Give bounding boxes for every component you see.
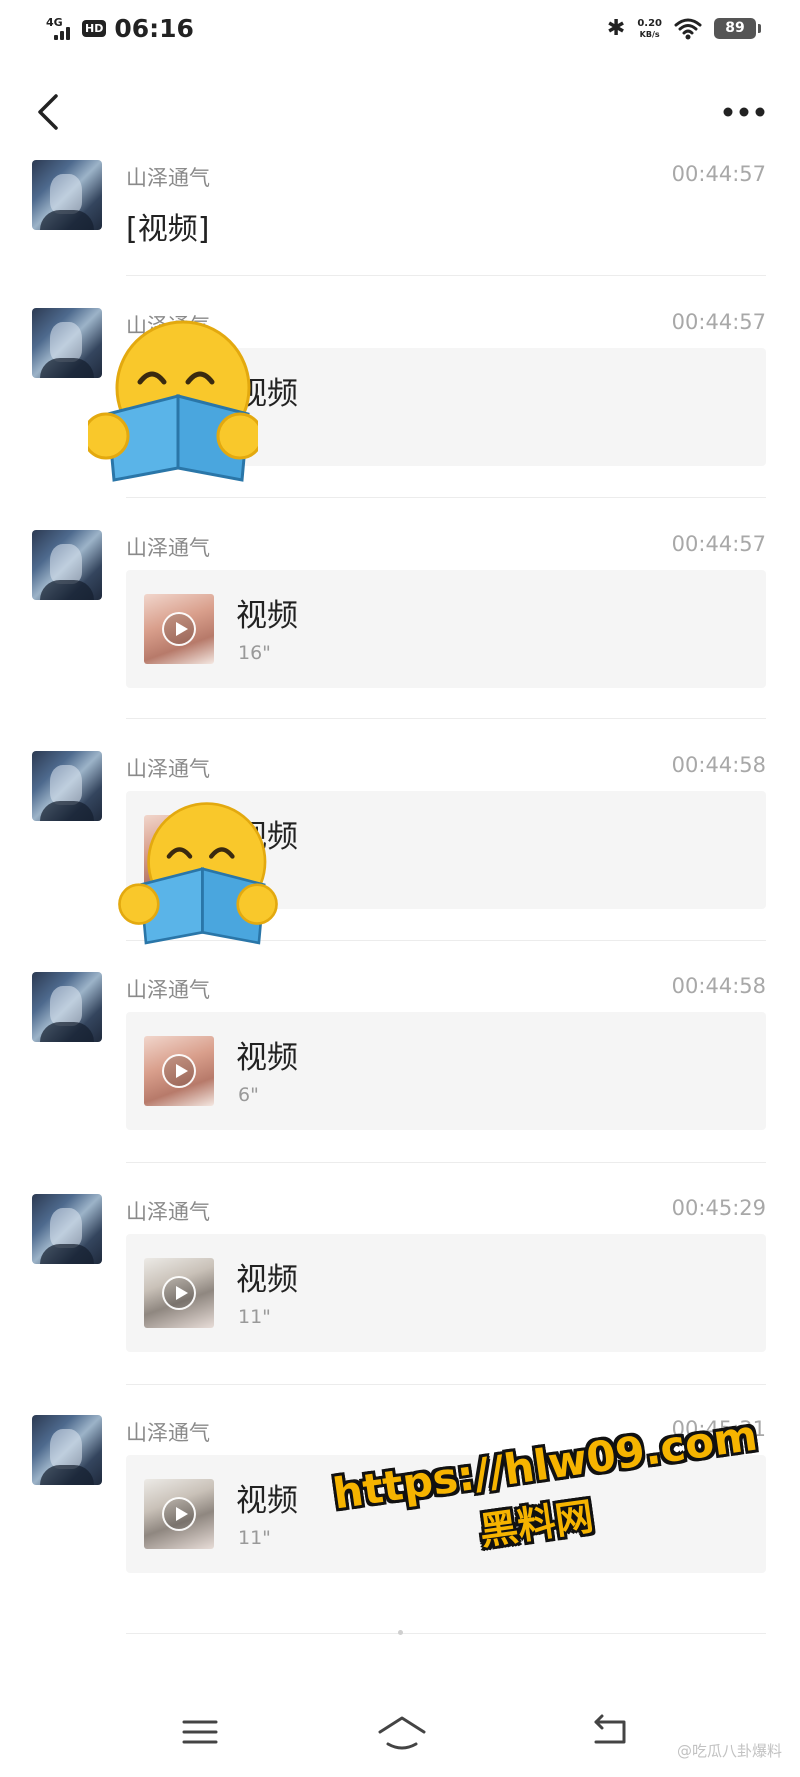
chevron-left-icon[interactable] (30, 90, 70, 134)
message-time: 00:44:58 (671, 974, 766, 998)
play-icon (162, 1497, 196, 1531)
message-time: 00:45:29 (671, 1196, 766, 1220)
divider (126, 1162, 766, 1163)
video-thumbnail (144, 594, 214, 664)
wifi-icon (674, 18, 702, 39)
sender-name: 山泽通气 (126, 757, 210, 781)
video-card[interactable]: 视频 11" (126, 1234, 766, 1352)
status-right: ✱ 0.20 KB/s 89 (606, 16, 761, 41)
message-time: 00:44:58 (671, 753, 766, 777)
divider (126, 1633, 766, 1634)
network-speed: 0.20 KB/s (637, 18, 662, 40)
divider (126, 497, 766, 498)
network-type: 4G (46, 15, 63, 29)
video-thumbnail (144, 1479, 214, 1549)
status-bar: 4G HD 06:16 ✱ 0.20 KB/s 89 (0, 0, 800, 66)
bluetooth-icon: ✱ (606, 16, 626, 41)
battery-icon: 89 (714, 18, 761, 39)
more-dots-icon[interactable] (718, 94, 770, 130)
bottom-nav: @吃瓜八卦爆料 (0, 1690, 800, 1777)
video-duration: 11" (238, 1527, 271, 1549)
sender-name: 山泽通气 (126, 978, 210, 1002)
menu-icon[interactable] (180, 1714, 220, 1750)
video-thumbnail (144, 1036, 214, 1106)
video-title: 视频 (236, 1262, 298, 1298)
message-time: 00:44:57 (671, 162, 766, 186)
video-title: 视频 (236, 1040, 298, 1076)
message-text: [视频] (126, 212, 210, 247)
speed-value: 0.20 (637, 17, 662, 29)
back-icon[interactable] (588, 1712, 632, 1752)
play-icon (162, 612, 196, 646)
video-duration: 11" (238, 1306, 271, 1328)
message-time: 00:44:57 (671, 532, 766, 556)
video-card[interactable]: 视频 16" (126, 570, 766, 688)
hd-badge: HD (82, 20, 107, 37)
sender-name: 山泽通气 (126, 1200, 210, 1224)
video-title: 视频 (236, 1483, 298, 1519)
home-icon[interactable] (376, 1712, 428, 1752)
video-title: 视频 (236, 598, 298, 634)
avatar[interactable] (32, 1415, 102, 1485)
divider (126, 1384, 766, 1385)
sender-name: 山泽通气 (126, 536, 210, 560)
video-card[interactable]: 视频 6" (126, 1012, 766, 1130)
avatar[interactable] (32, 1194, 102, 1264)
message-time: 00:44:57 (671, 310, 766, 334)
speed-unit: KB/s (639, 29, 660, 39)
avatar[interactable] (32, 530, 102, 600)
video-duration: 16" (238, 642, 271, 664)
nav-bar (0, 70, 800, 154)
video-duration: 6" (238, 1084, 259, 1106)
sender-name: 山泽通气 (126, 1421, 210, 1445)
divider (126, 275, 766, 276)
avatar[interactable] (32, 751, 102, 821)
signal-icon: 4G (46, 16, 74, 42)
divider (126, 718, 766, 719)
play-icon (162, 1054, 196, 1088)
reading-emoji-sticker (88, 320, 258, 482)
sender-name: 山泽通气 (126, 166, 210, 190)
avatar[interactable] (32, 160, 102, 230)
source-credit: @吃瓜八卦爆料 (676, 1742, 782, 1760)
play-icon (162, 1276, 196, 1310)
reading-emoji-sticker (118, 802, 278, 945)
avatar[interactable] (32, 972, 102, 1042)
status-left: 4G HD 06:16 (46, 14, 194, 43)
status-time: 06:16 (114, 14, 194, 43)
scroll-indicator (398, 1630, 403, 1635)
video-thumbnail (144, 1258, 214, 1328)
